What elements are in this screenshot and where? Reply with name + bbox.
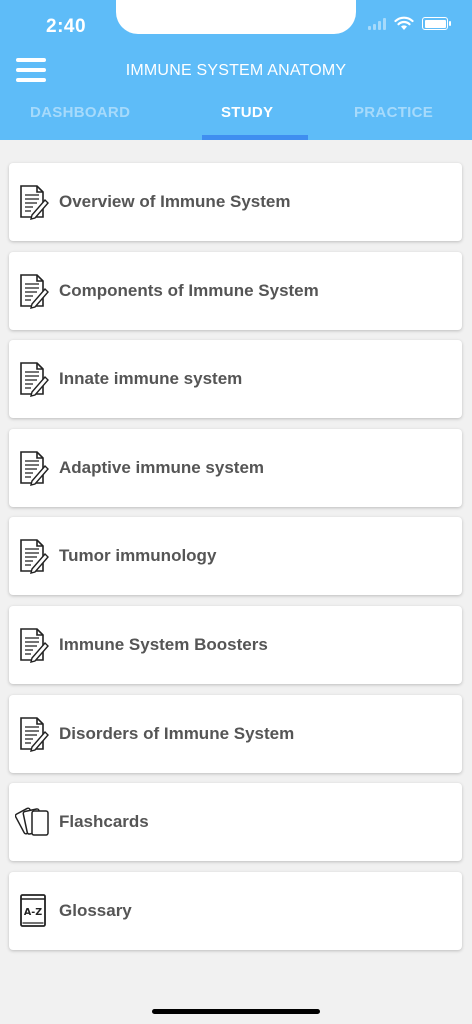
study-topic-list: Overview of Immune System Components of … <box>9 163 462 960</box>
battery-icon <box>422 17 451 30</box>
document-edit-icon <box>9 695 59 773</box>
tab-dashboard[interactable]: DASHBOARD <box>30 104 130 121</box>
tab-study[interactable]: STUDY <box>221 104 273 121</box>
list-item-label: Components of Immune System <box>59 280 319 300</box>
list-item-label: Flashcards <box>59 812 149 832</box>
list-item-label: Tumor immunology <box>59 546 217 566</box>
list-item-tumor[interactable]: Tumor immunology <box>9 517 462 596</box>
active-tab-indicator <box>202 135 308 140</box>
list-item-innate[interactable]: Innate immune system <box>9 340 462 419</box>
list-item-label: Disorders of Immune System <box>59 723 295 743</box>
status-time: 2:40 <box>46 16 87 37</box>
glossary-az-icon: A-Z <box>9 872 59 950</box>
list-item-adaptive[interactable]: Adaptive immune system <box>9 428 462 507</box>
list-item-overview[interactable]: Overview of Immune System <box>9 163 462 241</box>
document-edit-icon <box>9 163 59 241</box>
document-edit-icon <box>9 340 59 418</box>
wifi-icon <box>394 16 414 30</box>
document-edit-icon <box>9 429 59 507</box>
tab-bar: DASHBOARD STUDY PRACTICE <box>0 104 472 140</box>
home-indicator <box>152 1009 320 1014</box>
document-edit-icon <box>9 606 59 684</box>
device-notch <box>116 0 356 34</box>
list-item-label: Immune System Boosters <box>59 634 268 654</box>
flashcards-icon <box>9 783 59 861</box>
list-item-label: Glossary <box>59 900 132 920</box>
list-item-label: Innate immune system <box>59 369 243 389</box>
list-item-components[interactable]: Components of Immune System <box>9 251 462 330</box>
list-item-label: Overview of Immune System <box>59 192 291 211</box>
tab-practice[interactable]: PRACTICE <box>354 104 433 121</box>
list-item-boosters[interactable]: Immune System Boosters <box>9 605 462 684</box>
app-title: IMMUNE SYSTEM ANATOMY <box>125 62 347 79</box>
cellular-signal-icon <box>368 17 386 30</box>
document-edit-icon <box>9 252 59 330</box>
list-item-flashcards[interactable]: Flashcards <box>9 783 462 862</box>
app-header: 2:40 IMMUNE SYSTEM ANATOMY DASHBOARD STU… <box>0 0 472 140</box>
list-item-label: Adaptive immune system <box>59 457 265 477</box>
document-edit-icon <box>9 517 59 595</box>
list-item-glossary[interactable]: A-Z Glossary <box>9 871 462 950</box>
status-icons <box>368 16 451 31</box>
app-screen: 2:40 IMMUNE SYSTEM ANATOMY DASHBOARD STU… <box>0 0 472 1024</box>
svg-text:A-Z: A-Z <box>24 907 42 918</box>
list-item-disorders[interactable]: Disorders of Immune System <box>9 694 462 773</box>
